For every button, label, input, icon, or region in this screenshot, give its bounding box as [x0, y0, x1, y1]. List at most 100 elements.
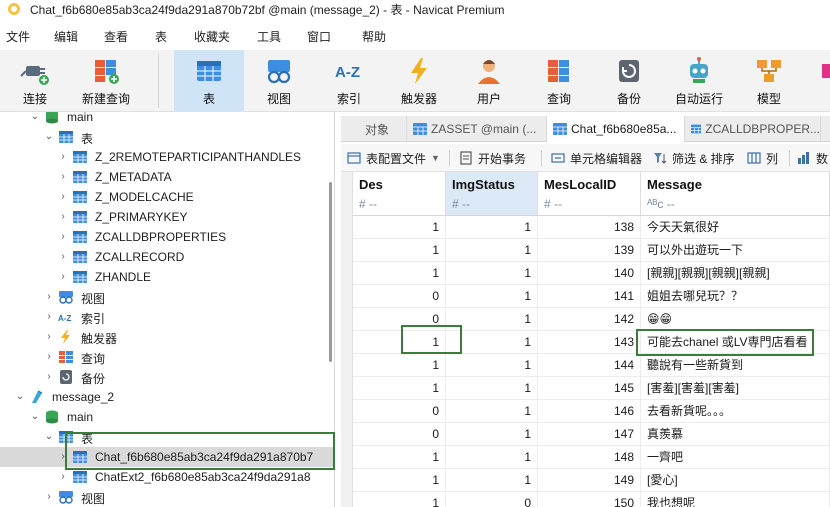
tree-item[interactable]: › ChatExt2_f6b680e85ab3ca24f9da291a8	[0, 467, 334, 487]
table-cell[interactable]: 1	[446, 285, 538, 308]
table-cell[interactable]: 1	[353, 377, 446, 400]
table-cell[interactable]: 0	[353, 285, 446, 308]
columns-button[interactable]: 列	[747, 144, 778, 172]
tree-item[interactable]: › 视图	[0, 287, 334, 307]
chevron-right-icon[interactable]: ›	[44, 352, 54, 362]
table-cell[interactable]: 149	[538, 469, 641, 492]
table-cell[interactable]: 聽說有一些新貨到	[641, 354, 830, 377]
table-cell[interactable]: 1	[353, 354, 446, 377]
table-cell[interactable]: 1	[353, 446, 446, 469]
table-cell[interactable]: 😁😁	[641, 308, 830, 331]
tree-item[interactable]: ⌄ main	[0, 112, 334, 127]
tree-item[interactable]: › Z_MODELCACHE	[0, 187, 334, 207]
table-cell[interactable]: [害羞][害羞][害羞]	[641, 377, 830, 400]
tree-item[interactable]: › Z_PRIMARYKEY	[0, 207, 334, 227]
table-cell[interactable]: 真羨慕	[641, 423, 830, 446]
column-header[interactable]: Des # --	[353, 172, 446, 216]
table-cell[interactable]: 1	[353, 492, 446, 507]
chevron-down-icon[interactable]: ⌄	[15, 392, 25, 402]
toolbar-trigger-button[interactable]: 触发器	[388, 50, 450, 112]
chevron-right-icon[interactable]: ›	[58, 232, 68, 242]
chevron-right-icon[interactable]: ›	[58, 472, 68, 482]
table-cell[interactable]: 144	[538, 354, 641, 377]
toolbar-query-button[interactable]: 查询	[528, 50, 590, 112]
tab-zcalldbproperties[interactable]: ZCALLDBPROPER...	[685, 116, 821, 142]
table-cell[interactable]: 0	[353, 423, 446, 446]
chevron-right-icon[interactable]: ›	[44, 292, 54, 302]
tree-item[interactable]: › 触发器	[0, 327, 334, 347]
table-cell[interactable]: 1	[353, 216, 446, 239]
table-cell[interactable]: 147	[538, 423, 641, 446]
chevron-right-icon[interactable]: ›	[58, 272, 68, 282]
toolbar-new-query-button[interactable]: 新建查询	[72, 50, 140, 112]
toolbar-model-button[interactable]: 模型	[738, 50, 800, 112]
column-header[interactable]: ImgStatus # --	[446, 172, 538, 216]
tree-item[interactable]: › ZCALLRECORD	[0, 247, 334, 267]
tree-item[interactable]: › ZHANDLE	[0, 267, 334, 287]
cell-editor-button[interactable]: 单元格编辑器	[551, 144, 642, 172]
menu-table[interactable]: 表	[155, 28, 167, 45]
table-cell[interactable]: 可能去chanel 或LV専門店看看	[641, 331, 830, 354]
tree-item[interactable]: › Z_METADATA	[0, 167, 334, 187]
chevron-right-icon[interactable]: ›	[44, 312, 54, 322]
chevron-down-icon[interactable]: ⌄	[30, 412, 40, 422]
menu-edit[interactable]: 编辑	[54, 28, 78, 45]
tree-item[interactable]: › Chat_f6b680e85ab3ca24f9da291a870b7	[0, 447, 334, 467]
table-cell[interactable]: 150	[538, 492, 641, 507]
table-cell[interactable]: 1	[446, 262, 538, 285]
table-cell[interactable]: 146	[538, 400, 641, 423]
table-cell[interactable]: 今天天氣很好	[641, 216, 830, 239]
tab-zasset[interactable]: ZASSET @main (...	[407, 116, 547, 142]
chevron-right-icon[interactable]: ›	[44, 492, 54, 502]
tree-item[interactable]: ⌄ main	[0, 407, 334, 427]
tab-overflow[interactable]	[821, 116, 830, 142]
toolbar-index-button[interactable]: A-Z 索引	[318, 50, 380, 112]
table-cell[interactable]: 1	[446, 446, 538, 469]
chevron-right-icon[interactable]: ›	[44, 372, 54, 382]
table-cell[interactable]: 一齊吧	[641, 446, 830, 469]
chevron-right-icon[interactable]: ›	[44, 332, 54, 342]
table-cell[interactable]: 姐姐去哪兒玩？？	[641, 285, 830, 308]
chevron-down-icon[interactable]: ⌄	[30, 112, 40, 122]
column-header[interactable]: Message ᴬᴮc --	[641, 172, 830, 216]
table-cell[interactable]: 140	[538, 262, 641, 285]
table-cell[interactable]: 1	[446, 331, 538, 354]
tab-objects[interactable]: 对象	[341, 116, 407, 142]
tree-item[interactable]: › Z_2REMOTEPARTICIPANTHANDLES	[0, 147, 334, 167]
table-cell[interactable]: 1	[353, 331, 446, 354]
table-cell[interactable]: 142	[538, 308, 641, 331]
toolbar-automation-button[interactable]: 自动运行	[668, 50, 730, 112]
menu-window[interactable]: 窗口	[307, 28, 331, 45]
table-cell[interactable]: 我也想呢	[641, 492, 830, 507]
table-cell[interactable]: 1	[446, 423, 538, 446]
menu-file[interactable]: 文件	[6, 28, 30, 45]
toolbar-user-button[interactable]: 用户	[458, 50, 520, 112]
table-cell[interactable]: 1	[446, 216, 538, 239]
tree-item[interactable]: ⌄ 表	[0, 127, 334, 147]
filter-sort-button[interactable]: 筛选 & 排序	[653, 144, 735, 172]
table-cell[interactable]: 1	[353, 262, 446, 285]
tree-item[interactable]: › 查询	[0, 347, 334, 367]
chevron-right-icon[interactable]: ›	[58, 452, 68, 462]
menu-help[interactable]: 帮助	[362, 28, 386, 45]
tree-item[interactable]: ⌄ 表	[0, 427, 334, 447]
chevron-right-icon[interactable]: ›	[58, 172, 68, 182]
table-cell[interactable]: 1	[353, 239, 446, 262]
table-cell[interactable]: 1	[446, 239, 538, 262]
table-cell[interactable]: 139	[538, 239, 641, 262]
table-cell[interactable]: 1	[446, 400, 538, 423]
tree-item[interactable]: ⌄ message_2	[0, 387, 334, 407]
table-cell[interactable]: 148	[538, 446, 641, 469]
chevron-down-icon[interactable]: ⌄	[44, 432, 54, 442]
chevron-right-icon[interactable]: ›	[58, 192, 68, 202]
data-grid[interactable]: Des # -- ImgStatus # -- MesLocalID # -- Messag…	[341, 172, 830, 507]
tree-item[interactable]: › 视图	[0, 487, 334, 507]
table-cell[interactable]: 138	[538, 216, 641, 239]
table-cell[interactable]: 1	[446, 308, 538, 331]
table-profile-button[interactable]: 表配置文件 ▼	[347, 144, 440, 172]
table-cell[interactable]: 0	[353, 400, 446, 423]
chevron-down-icon[interactable]: ⌄	[44, 132, 54, 142]
tree-item[interactable]: › 备份	[0, 367, 334, 387]
toolbar-view-button[interactable]: 视图	[248, 50, 310, 112]
table-cell[interactable]: 1	[446, 377, 538, 400]
